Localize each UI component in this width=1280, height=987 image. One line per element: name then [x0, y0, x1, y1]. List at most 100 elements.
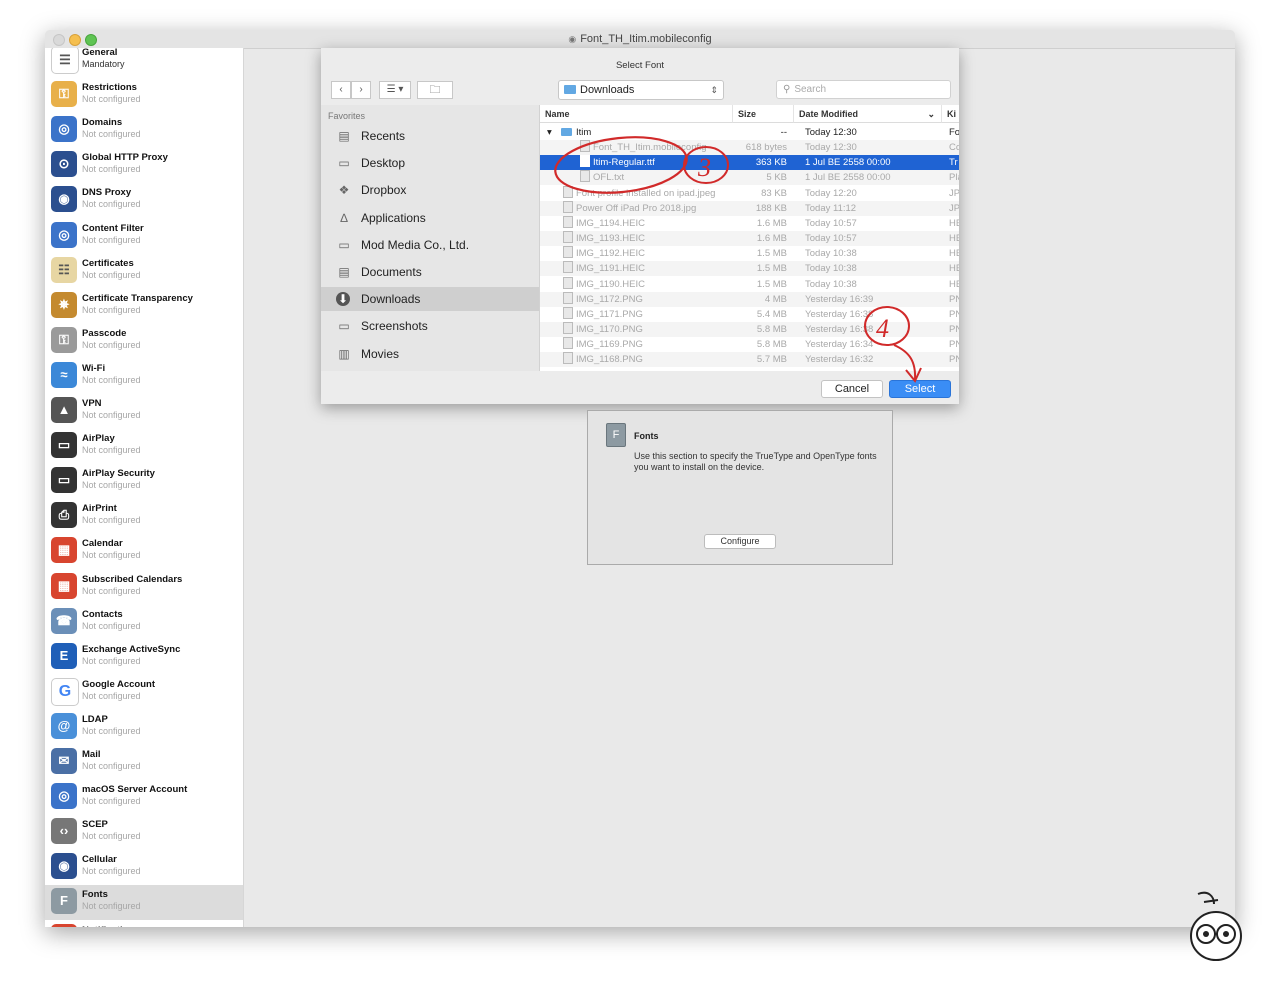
sidebar-item-cellular[interactable]: ◉ Cellular Not configured [45, 850, 243, 885]
column-header-kind[interactable]: Ki [942, 105, 959, 123]
file-size: 618 bytes [745, 142, 787, 154]
dropbox-icon: ❖ [338, 183, 350, 198]
column-header-size[interactable]: Size [733, 105, 794, 123]
sidebar-item-wi-fi[interactable]: ≈ Wi-Fi Not configured [45, 359, 243, 394]
favorite-item-screenshots[interactable]: ▭ Screenshots [321, 314, 539, 338]
airplay-security-icon: ▭ [51, 467, 77, 494]
list-view-icon: ☰ ▾ [386, 84, 404, 95]
file-row[interactable]: IMG_1168.PNG 5.7 MB Yesterday 16:32 PN [540, 352, 959, 368]
sidebar-item-content-filter[interactable]: ◎ Content Filter Not configured [45, 219, 243, 254]
minimize-window-button[interactable] [69, 34, 81, 46]
sidebar-item-google-account[interactable]: G Google Account Not configured [45, 675, 243, 710]
select-button[interactable]: Select [889, 380, 951, 398]
sidebar-item-title: Restrictions [82, 82, 137, 94]
sidebar-item-notifications[interactable]: ● Notifications [45, 921, 243, 927]
file-size: 363 KB [755, 157, 787, 169]
view-options-button[interactable]: ☰ ▾ [379, 81, 411, 99]
favorite-item-recents[interactable]: ▤ Recents [321, 124, 539, 148]
sidebar-item-macos-server-account[interactable]: ◎ macOS Server Account Not configured [45, 780, 243, 815]
file-row[interactable]: IMG_1172.PNG 4 MB Yesterday 16:39 PN [540, 291, 959, 307]
file-name: IMG_1171.PNG [576, 308, 643, 320]
fonts-panel-title: Fonts [634, 431, 659, 441]
wifi-icon: ≈ [51, 361, 77, 388]
sidebar-item-title: Domains [82, 117, 123, 129]
sidebar-item-global-http-proxy[interactable]: ⊙ Global HTTP Proxy Not configured [45, 148, 243, 183]
file-row[interactable]: Font_TH_Itim.mobileconfig 618 bytes Today … [540, 140, 959, 156]
close-window-button[interactable] [53, 34, 65, 46]
folder-icon: ▭ [338, 319, 350, 334]
favorite-item-mod-media-co-ltd[interactable]: ▭ Mod Media Co., Ltd. [321, 233, 539, 257]
applications-icon: ∆ [340, 210, 348, 225]
folder-icon: ▭ [338, 237, 350, 252]
file-date: 1 Jul BE 2558 00:00 [805, 172, 891, 184]
cancel-button[interactable]: Cancel [821, 380, 883, 398]
sidebar-item-passcode[interactable]: ⚿ Passcode Not configured [45, 324, 243, 359]
sidebar-item-subtitle: Not configured [82, 374, 141, 385]
sidebar-item-subscribed-calendars[interactable]: ▦ Subscribed Calendars Not configured [45, 570, 243, 605]
sidebar-item-mail[interactable]: ✉ Mail Not configured [45, 745, 243, 780]
file-name: IMG_1168.PNG [576, 354, 643, 366]
forward-button[interactable]: › [351, 81, 371, 99]
file-row[interactable]: Itim-Regular.ttf 363 KB 1 Jul BE 2558 00:0… [540, 155, 959, 171]
sidebar-item-domains[interactable]: ◎ Domains Not configured [45, 113, 243, 148]
favorite-item-desktop[interactable]: ▭ Desktop [321, 151, 539, 175]
file-icon [580, 170, 590, 183]
sidebar-item-airplay[interactable]: ▭ AirPlay Not configured [45, 429, 243, 464]
file-row[interactable]: IMG_1193.HEIC 1.6 MB Today 10:57 HE [540, 231, 959, 247]
sidebar-item-contacts[interactable]: ☎ Contacts Not configured [45, 605, 243, 640]
favorite-item-dropbox[interactable]: ❖ Dropbox [321, 178, 539, 202]
file-row[interactable]: Font profile installed on ipad.jpeg 83 KB… [540, 185, 959, 201]
column-header-date-label: Date Modified [799, 109, 859, 119]
select-font-dialog: Select Font ‹ › ☰ ▾ 🗀 Downloads ⇕ ⚲ Searc… [321, 48, 959, 404]
file-row[interactable]: IMG_1194.HEIC 1.6 MB Today 10:57 HE [540, 215, 959, 231]
file-row[interactable]: ▾ Itim -- Today 12:30 Fo [540, 125, 959, 140]
sidebar-item-subtitle: Not configured [82, 796, 141, 807]
sidebar-item-fonts[interactable]: F Fonts Not configured [45, 885, 243, 921]
sidebar-item-scep[interactable]: ‹› SCEP Not configured [45, 815, 243, 850]
disclosure-triangle-icon[interactable]: ▾ [547, 125, 552, 140]
sidebar-item-general[interactable]: ☰ General Mandatory [45, 48, 243, 78]
file-row[interactable]: IMG_1192.HEIC 1.5 MB Today 10:38 HE [540, 246, 959, 261]
file-row[interactable]: IMG_1170.PNG 5.8 MB Yesterday 16:38 PN [540, 321, 959, 337]
sidebar-item-exchange-activesync[interactable]: E Exchange ActiveSync Not configured [45, 640, 243, 675]
sidebar-item-airprint[interactable]: ⎙ AirPrint Not configured [45, 499, 243, 534]
file-row[interactable]: Power Off iPad Pro 2018.jpg 188 KB Today 1… [540, 200, 959, 216]
desktop-icon: ▭ [338, 156, 350, 171]
file-row[interactable]: IMG_1169.PNG 5.8 MB Yesterday 16:34 PN [540, 337, 959, 352]
sidebar-item-dns-proxy[interactable]: ◉ DNS Proxy Not configured [45, 183, 243, 218]
favorite-item-documents[interactable]: ▤ Documents [321, 260, 539, 284]
back-button[interactable]: ‹ [331, 81, 351, 99]
sidebar-item-calendar[interactable]: ▦ Calendar Not configured [45, 534, 243, 569]
file-row[interactable]: IMG_1171.PNG 5.4 MB Yesterday 16:38 PN [540, 306, 959, 322]
sidebar-item-certificates[interactable]: ☷ Certificates Not configured [45, 254, 243, 289]
ldap-icon: @ [51, 712, 77, 739]
search-field[interactable]: ⚲ Search [776, 80, 951, 99]
sidebar-item-ldap[interactable]: @ LDAP Not configured [45, 710, 243, 745]
column-header-date[interactable]: Date Modified ⌄ [794, 105, 942, 123]
sidebar-item-certificate-transparency[interactable]: ✵ Certificate Transparency Not configured [45, 289, 243, 324]
favorite-label: Recents [361, 129, 406, 143]
file-row[interactable]: IMG_1191.HEIC 1.5 MB Today 10:38 HE [540, 261, 959, 277]
sidebar-item-airplay-security[interactable]: ▭ AirPlay Security Not configured [45, 464, 243, 499]
favorite-item-movies[interactable]: ▥ Movies [321, 342, 539, 366]
sidebar-item-subtitle: Not configured [82, 515, 141, 526]
configure-button[interactable]: Configure [704, 534, 776, 549]
file-row[interactable]: OFL.txt 5 KB 1 Jul BE 2558 00:00 Pla [540, 170, 959, 186]
new-folder-button[interactable]: 🗀 [417, 81, 453, 99]
column-header-name[interactable]: Name [540, 105, 733, 123]
sidebar-item-vpn[interactable]: ▲ VPN Not configured [45, 394, 243, 429]
file-row[interactable]: IMG_1190.HEIC 1.5 MB Today 10:38 HE [540, 276, 959, 292]
sidebar-item-restrictions[interactable]: ⚿ Restrictions Not configured [45, 78, 243, 113]
sidebar-item-subtitle: Not configured [82, 199, 141, 210]
favorite-item-applications[interactable]: ∆ Applications [321, 206, 539, 230]
file-icon [563, 306, 573, 319]
file-date: Today 10:57 [805, 233, 857, 245]
popup-arrows-icon: ⇕ [710, 85, 718, 95]
file-kind: PN [949, 293, 959, 305]
sidebar-item-title: macOS Server Account [82, 784, 188, 796]
file-browser: Name Size Date Modified ⌄ Ki ▾ Itim -- Today… [540, 105, 959, 371]
location-popup[interactable]: Downloads ⇕ [558, 80, 724, 100]
zoom-window-button[interactable] [85, 34, 97, 46]
file-kind: HE [949, 278, 959, 290]
favorite-item-downloads[interactable]: ⬇ Downloads [321, 287, 539, 312]
